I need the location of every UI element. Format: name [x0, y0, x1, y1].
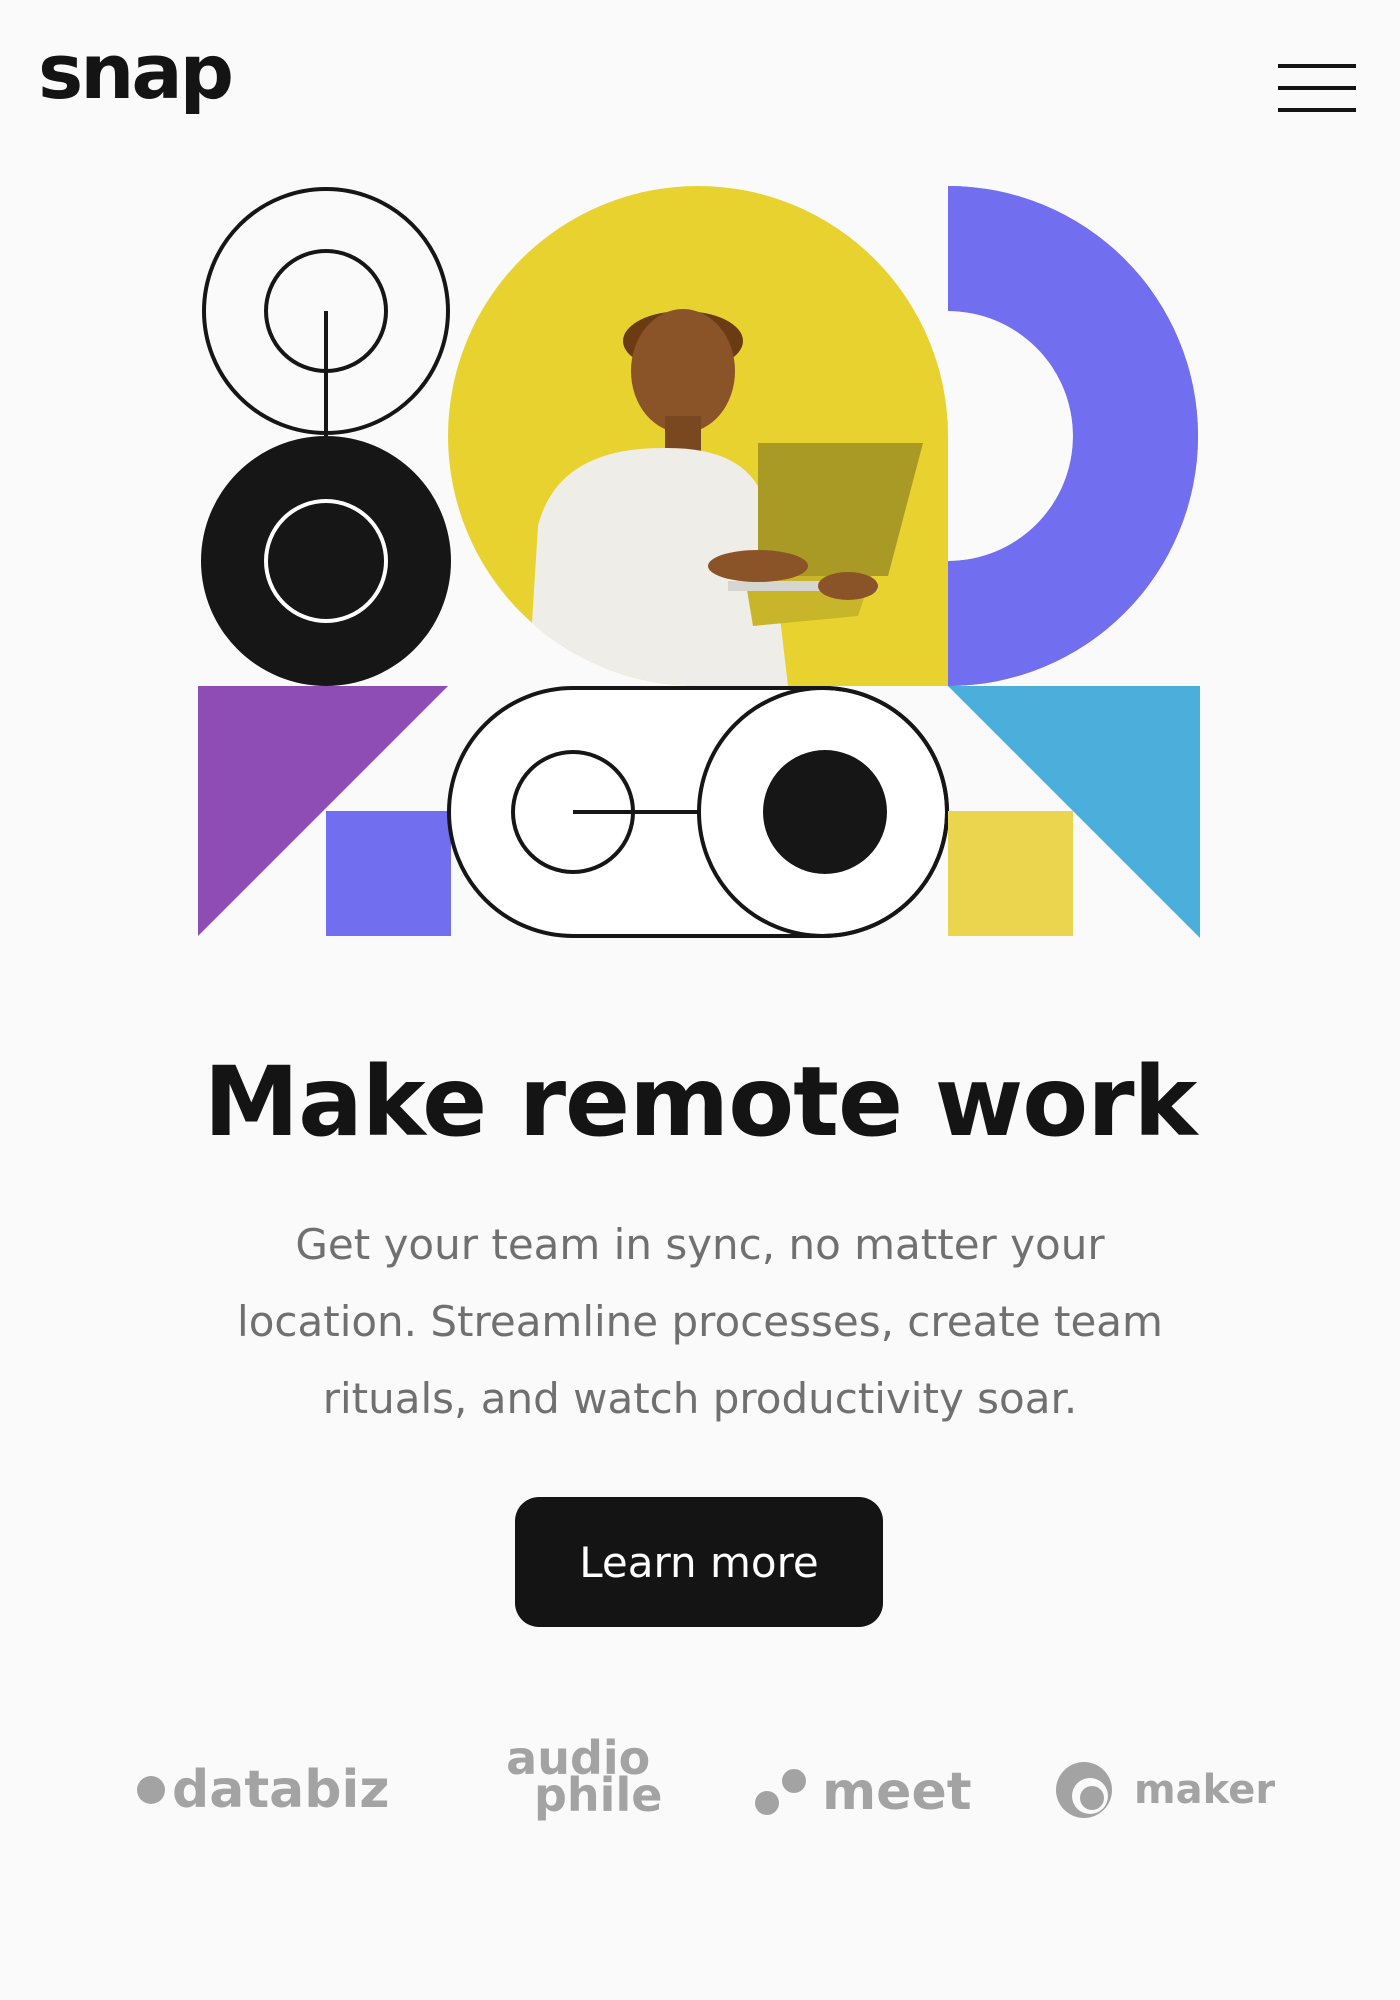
photo-panel: [448, 186, 948, 686]
audiophile-logo: audio phile: [494, 1735, 663, 1822]
maker-circle-icon: [1056, 1762, 1112, 1818]
snap-logo[interactable]: snap: [38, 34, 234, 110]
hero-illustration: [198, 186, 1200, 938]
menu-line: [1278, 64, 1356, 68]
hero-description: Get your team in sync, no matter your lo…: [237, 1220, 1163, 1423]
outline-circle-pin-shape: [202, 187, 450, 436]
black-circle-shape: [201, 436, 451, 686]
page-title: Make remote work: [203, 1046, 1198, 1158]
hamburger-menu-icon[interactable]: [1272, 64, 1356, 116]
learn-more-button[interactable]: Learn more: [515, 1497, 883, 1627]
databiz-logo-text: databiz: [172, 1760, 390, 1820]
databiz-logo: databiz: [136, 1760, 390, 1820]
maker-logo-text: maker: [1134, 1767, 1276, 1813]
meet-logo-text: meet: [822, 1762, 972, 1822]
hero-graphic: [198, 186, 1200, 938]
menu-line: [1278, 108, 1356, 112]
client-logos: databiz audio phile meet maker: [130, 1735, 1290, 1850]
meet-logo: meet: [754, 1762, 972, 1822]
menu-line: [1278, 86, 1356, 90]
yellow-square-shape: [948, 811, 1073, 936]
capsule-circles-shape: [447, 686, 949, 938]
maker-logo: maker: [1054, 1760, 1275, 1820]
meet-dots-icon: [755, 1769, 806, 1815]
audiophile-logo-bottom: phile: [534, 1767, 663, 1822]
databiz-dot-icon: [137, 1776, 165, 1804]
indigo-square-shape: [326, 811, 451, 936]
